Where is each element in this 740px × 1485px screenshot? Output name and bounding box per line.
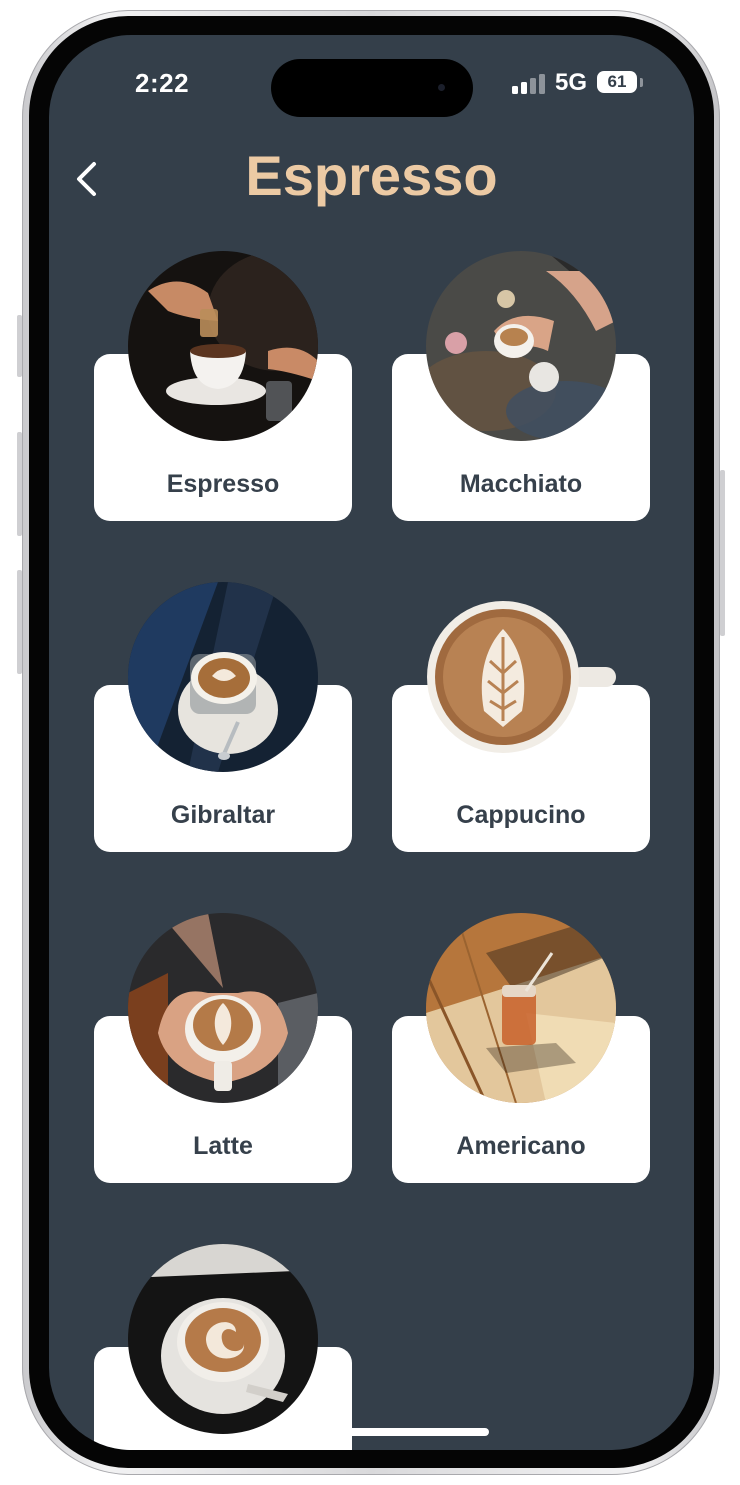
power-button xyxy=(720,470,725,636)
drink-card-label: Gibraltar xyxy=(170,801,276,829)
drink-card-label: Latte xyxy=(193,1132,253,1160)
battery-nub xyxy=(640,78,643,87)
gibraltar-photo[interactable] xyxy=(128,582,318,772)
battery-level: 61 xyxy=(607,72,627,91)
drink-card-label: Americano xyxy=(456,1132,586,1160)
status-time: 2:22 xyxy=(135,68,190,98)
drink-card-label: Macchiato xyxy=(459,470,583,498)
dynamic-island xyxy=(271,59,473,117)
page-title: Espresso xyxy=(245,144,498,207)
espresso-photo[interactable] xyxy=(128,251,318,441)
americano-photo[interactable] xyxy=(426,913,616,1103)
drink-card-label: Cappucino xyxy=(456,801,586,829)
drink-photo[interactable] xyxy=(128,1244,318,1434)
cappucino-photo[interactable] xyxy=(426,601,616,753)
battery-icon: 61 xyxy=(597,71,637,93)
silent-switch xyxy=(17,315,22,377)
home-indicator[interactable] xyxy=(259,1428,489,1436)
network-label: 5G xyxy=(555,69,588,96)
volume-up-button xyxy=(17,432,22,536)
camera-icon xyxy=(438,84,445,91)
latte-photo[interactable] xyxy=(128,913,318,1103)
volume-down-button xyxy=(17,570,22,674)
macchiato-photo[interactable] xyxy=(426,251,616,441)
drink-card-label: Espresso xyxy=(166,470,280,498)
app-screen: 2:22 5G 61 Espresso Espresso Macchiato G… xyxy=(49,35,694,1450)
signal-icon xyxy=(512,74,548,94)
